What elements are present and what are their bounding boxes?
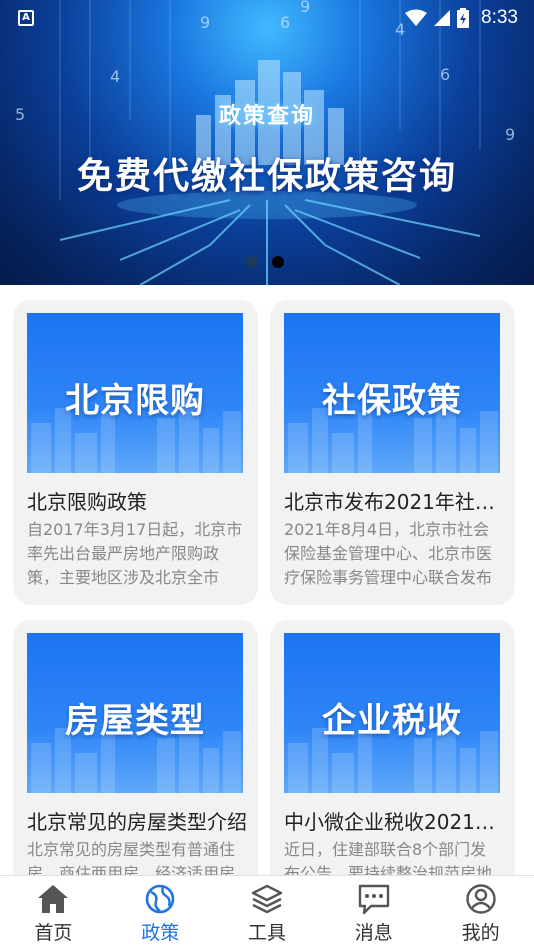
wifi-icon <box>405 9 428 26</box>
card-title: 北京市发布2021年社保缴费基数 <box>284 490 504 514</box>
card-title: 北京限购政策 <box>27 490 147 514</box>
clock-time: 8:33 <box>481 7 518 28</box>
card-thumbnail: 北京限购 <box>27 313 243 473</box>
card-thumbnail: 社保政策 <box>284 313 500 473</box>
tab-messages[interactable]: 消息 <box>320 876 427 950</box>
accessibility-icon: A <box>18 10 34 26</box>
home-icon <box>38 885 69 913</box>
banner-title: 免费代缴社保政策咨询 <box>76 156 457 197</box>
tab-label: 首页 <box>34 922 73 944</box>
card-image-text: 社保政策 <box>322 381 462 421</box>
card-thumbnail: 房屋类型 <box>27 633 243 793</box>
banner-carousel[interactable]: 4 9 6 4 9 6 5 9 政策查询 免费代缴社保政策咨询 <box>0 0 534 285</box>
card-image-text: 企业税收 <box>322 701 462 741</box>
policy-card[interactable]: 北京限购 北京限购政策 自2017年3月17日起，北京市率先出台最严房地产限购政… <box>13 300 258 605</box>
signal-icon <box>434 10 451 26</box>
battery-icon <box>457 8 470 28</box>
tab-label: 工具 <box>247 922 286 944</box>
banner-deco-digit: 6 <box>440 65 450 84</box>
message-icon <box>358 884 389 915</box>
banner-subtitle: 政策查询 <box>218 104 315 129</box>
carousel-indicator <box>246 256 284 268</box>
tab-policy[interactable]: 政策 <box>107 876 214 950</box>
card-title: 北京常见的房屋类型介绍 <box>27 810 247 834</box>
bottom-tab-bar: 首页 政策 工具 消息 我的 <box>0 875 534 950</box>
card-title: 中小微企业税收2021新政 <box>284 810 504 834</box>
tab-label: 政策 <box>141 922 180 944</box>
tab-label: 消息 <box>354 922 393 944</box>
tab-home[interactable]: 首页 <box>0 876 107 950</box>
banner-deco-digit: 4 <box>110 67 120 86</box>
card-description: 近日，住建部联合8个部门发布公告，要持续整治规范房地产市场秩序 <box>284 840 493 875</box>
policy-card[interactable]: 企业税收 中小微企业税收2021新政 近日，住建部联合8个部门发布公告，要持续整… <box>270 620 515 875</box>
card-description: 2021年8月4日，北京市社会保险基金管理中心、北京市医疗保险事务管理中心联合发… <box>284 520 493 587</box>
profile-icon <box>465 884 496 914</box>
policy-icon <box>145 884 175 914</box>
card-description: 自2017年3月17日起，北京市率先出台最严房地产限购政策，主要地区涉及北京全市 <box>27 520 243 587</box>
banner-city-graphic: 4 9 6 4 9 6 5 9 <box>15 0 515 285</box>
card-image-text: 房屋类型 <box>65 701 205 741</box>
tab-profile[interactable]: 我的 <box>427 876 534 950</box>
card-thumbnail: 企业税收 <box>284 633 500 793</box>
card-image-text: 北京限购 <box>65 381 205 421</box>
carousel-dot-2[interactable] <box>272 256 284 268</box>
app-screen: 4 9 6 4 9 6 5 9 政策查询 免费代缴社保政策咨询 A 8:33 北… <box>0 0 534 950</box>
carousel-dot-1[interactable] <box>246 256 258 268</box>
tab-tools[interactable]: 工具 <box>214 876 321 950</box>
policy-card[interactable]: 社保政策 北京市发布2021年社保缴费基数 2021年8月4日，北京市社会保险基… <box>270 300 515 605</box>
policy-card-grid: 北京限购 北京限购政策 自2017年3月17日起，北京市率先出台最严房地产限购政… <box>0 285 534 875</box>
layers-icon <box>251 884 283 914</box>
tab-label: 我的 <box>461 922 500 944</box>
status-bar: A 8:33 <box>0 0 534 36</box>
policy-card[interactable]: 房屋类型 北京常见的房屋类型介绍 北京常见的房屋类型有普通住房、商住两用房、经济… <box>13 620 258 875</box>
card-description: 北京常见的房屋类型有普通住房、商住两用房、经济适用房等 <box>27 840 236 875</box>
